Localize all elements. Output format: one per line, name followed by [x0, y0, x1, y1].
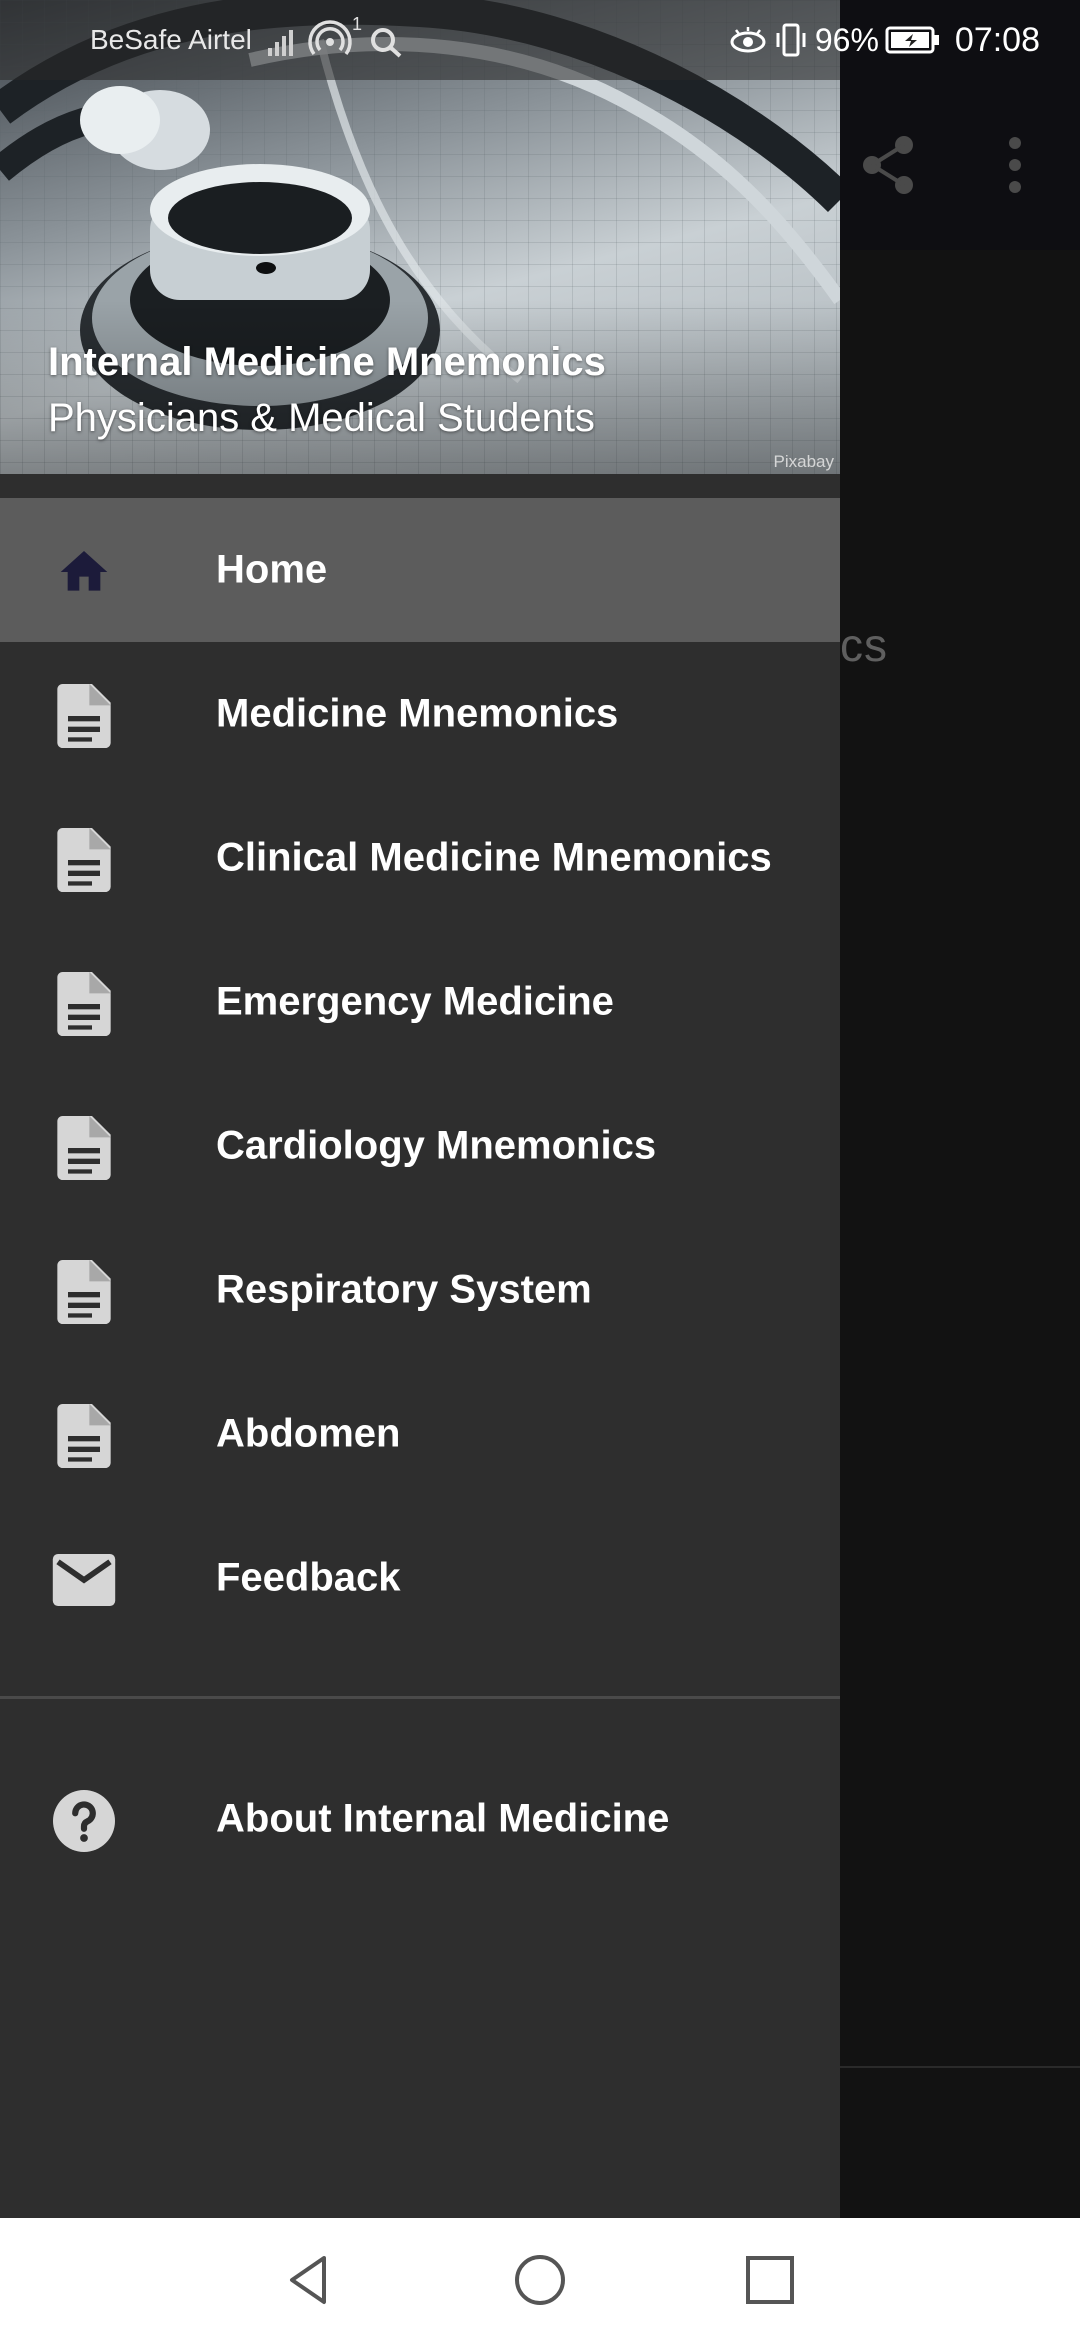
share-icon[interactable] — [860, 135, 916, 195]
document-icon — [52, 972, 116, 1036]
drawer-menu: Home Medicine Mnemonics Clinical Medicin… — [0, 498, 840, 1891]
carrier-name: BeSafe Airtel — [90, 24, 252, 55]
home-circle-icon[interactable] — [510, 2250, 570, 2310]
drawer-title: Internal Medicine Mnemonics — [48, 340, 606, 384]
menu-item-label: Medicine Mnemonics — [216, 691, 619, 736]
document-icon — [52, 1404, 116, 1468]
battery-percentage: 96% — [814, 21, 879, 58]
menu-item-home[interactable]: Home — [0, 498, 840, 642]
vibrate-icon — [776, 23, 806, 57]
mail-icon — [52, 1548, 116, 1612]
menu-divider — [0, 1696, 840, 1699]
menu-item-feedback[interactable]: Feedback — [0, 1506, 840, 1650]
signal-wifi-icons — [268, 20, 402, 58]
menu-item-respiratory-system[interactable]: Respiratory System — [0, 1218, 840, 1362]
navigation-drawer: Internal Medicine Mnemonics Physicians &… — [0, 0, 840, 2218]
menu-item-label: About Internal Medicine — [216, 1796, 670, 1841]
menu-item-label: Abdomen — [216, 1411, 401, 1456]
header-scrim — [0, 300, 840, 474]
menu-item-label: Feedback — [216, 1555, 401, 1600]
status-bar: BeSafe Airtel 1 96% 07:08 — [0, 0, 1080, 80]
clock: 07:08 — [954, 20, 1040, 59]
menu-item-label: Home — [216, 547, 328, 592]
menu-item-abdomen[interactable]: Abdomen — [0, 1362, 840, 1506]
menu-item-label: Emergency Medicine — [216, 979, 614, 1024]
document-icon — [52, 1260, 116, 1324]
background-divider — [840, 2066, 1080, 2068]
menu-item-label: Cardiology Mnemonics — [216, 1123, 657, 1168]
menu-item-label: Respiratory System — [216, 1267, 592, 1312]
home-icon — [52, 540, 116, 604]
menu-item-cardiology-mnemonics[interactable]: Cardiology Mnemonics — [0, 1074, 840, 1218]
menu-item-emergency-medicine[interactable]: Emergency Medicine — [0, 930, 840, 1074]
document-icon — [52, 684, 116, 748]
document-icon — [52, 828, 116, 892]
system-navigation-bar — [0, 2218, 1080, 2340]
recents-icon[interactable] — [740, 2250, 800, 2310]
menu-item-clinical-medicine-mnemonics[interactable]: Clinical Medicine Mnemonics — [0, 786, 840, 930]
signal-superscript: 1 — [352, 14, 363, 34]
drawer-subtitle: Physicians & Medical Students — [48, 396, 595, 440]
back-icon[interactable] — [280, 2250, 340, 2310]
status-right: 96% 07:08 — [729, 18, 1040, 62]
battery-charging-icon — [885, 26, 939, 54]
help-circle-icon — [52, 1789, 116, 1853]
menu-item-medicine-mnemonics[interactable]: Medicine Mnemonics — [0, 642, 840, 786]
eye-comfort-icon — [730, 27, 766, 53]
document-icon — [52, 1116, 116, 1180]
background-content-text: cs — [840, 619, 888, 671]
menu-item-about[interactable]: About Internal Medicine — [0, 1747, 840, 1891]
more-vert-icon[interactable] — [1000, 135, 1030, 195]
menu-item-label: Clinical Medicine Mnemonics — [216, 835, 772, 880]
photo-credit: Pixabay — [773, 452, 834, 471]
